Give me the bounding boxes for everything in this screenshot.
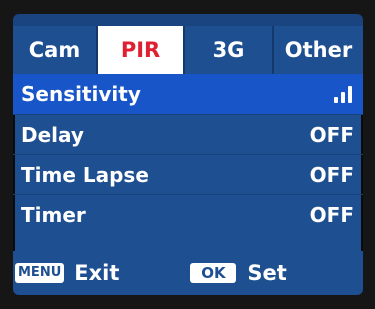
tab-cam[interactable]: Cam <box>13 26 98 74</box>
menu-item-value: OFF <box>309 202 354 227</box>
menu-item-value: OFF <box>309 122 354 147</box>
top-bar <box>13 14 363 26</box>
set-label: Set <box>247 261 287 285</box>
tab-other[interactable]: Other <box>274 26 363 74</box>
footer-bar: MENU Exit OK Set <box>13 251 363 295</box>
menu-key-badge[interactable]: MENU <box>15 263 65 283</box>
menu-item-label: Time Lapse <box>21 162 149 187</box>
ok-key-badge[interactable]: OK <box>190 263 237 283</box>
menu-item-label: Sensitivity <box>21 82 141 106</box>
menu-item-time-lapse[interactable]: Time Lapse OFF <box>13 154 363 194</box>
signal-strength-icon <box>334 85 352 103</box>
menu-item-label: Delay <box>21 122 84 147</box>
tab-3g[interactable]: 3G <box>185 26 274 74</box>
menu-item-delay[interactable]: Delay OFF <box>13 114 363 154</box>
menu-item-value: OFF <box>309 162 354 187</box>
menu-item-label: Timer <box>21 202 86 227</box>
menu-item-sensitivity[interactable]: Sensitivity <box>13 74 363 114</box>
device-bezel: Cam PIR 3G Other Sensitivity Delay OFF T… <box>0 0 375 309</box>
exit-label: Exit <box>74 261 120 285</box>
tab-pir[interactable]: PIR <box>98 26 185 74</box>
settings-list: Sensitivity Delay OFF Time Lapse OFF Tim… <box>13 74 363 234</box>
camera-menu-screen: Cam PIR 3G Other Sensitivity Delay OFF T… <box>13 14 363 295</box>
tab-bar: Cam PIR 3G Other <box>13 26 363 74</box>
menu-item-timer[interactable]: Timer OFF <box>13 194 363 234</box>
